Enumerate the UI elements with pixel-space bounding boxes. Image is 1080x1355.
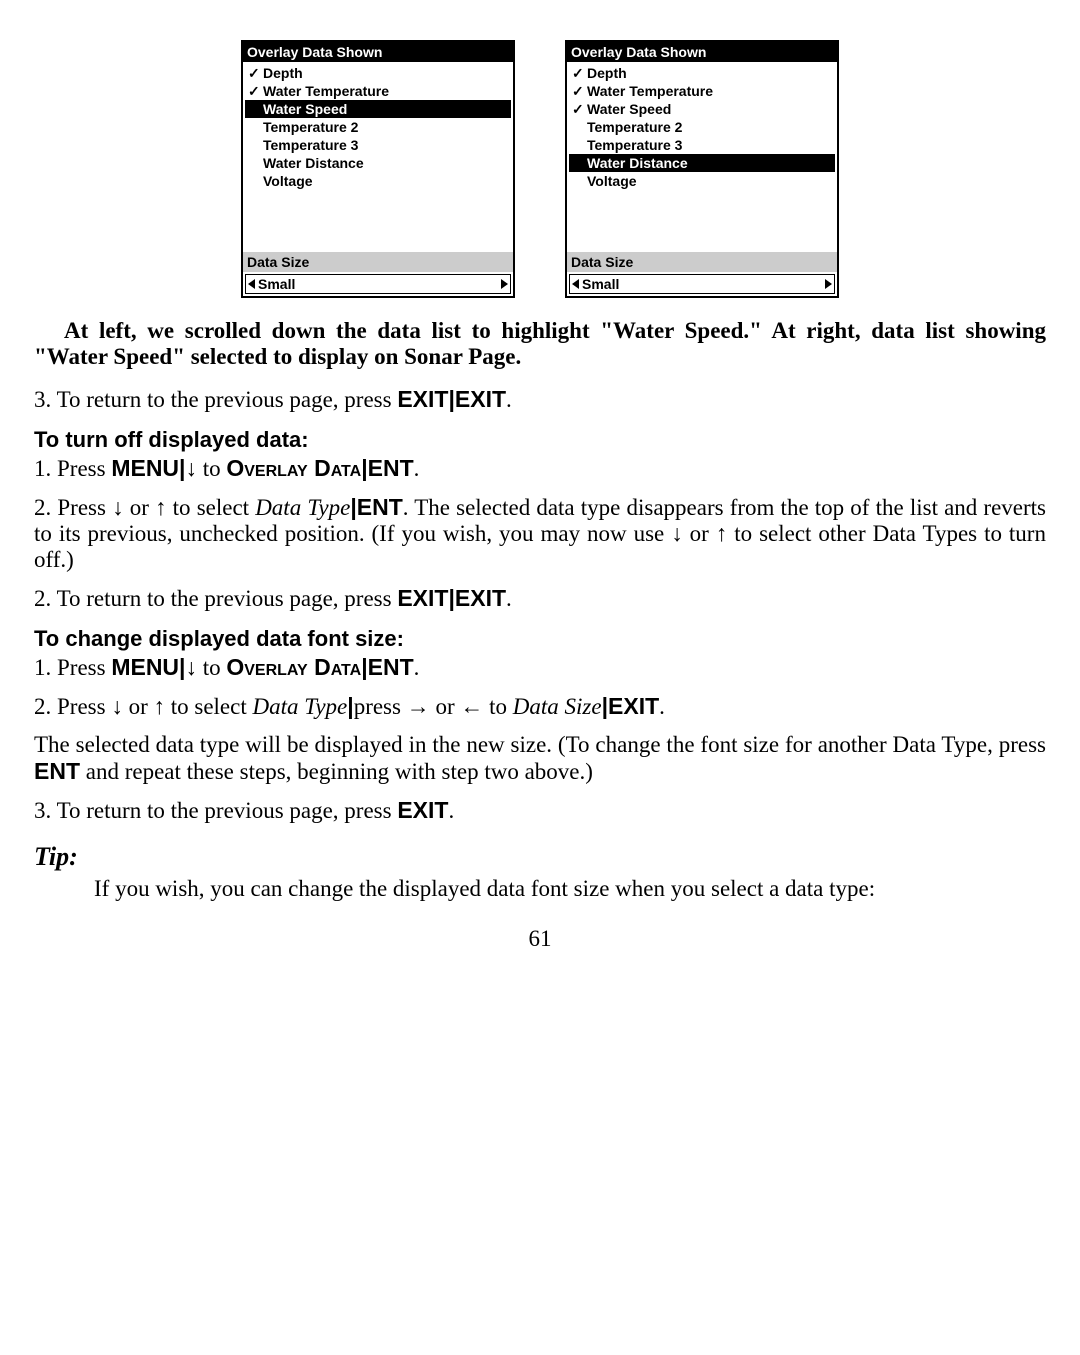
data-size-value: Small	[258, 276, 295, 292]
data-size-selector[interactable]: Small	[569, 274, 835, 294]
list-item[interactable]: Depth	[569, 64, 835, 82]
step-1-turnoff: 1. Press MENU|↓ to Overlay Data|ENT.	[34, 455, 1046, 482]
list-item[interactable]: Temperature 3	[569, 136, 835, 154]
step-3a: 3. To return to the previous page, press…	[34, 386, 1046, 413]
dialog-title: Overlay Data Shown	[243, 42, 513, 62]
chevron-left-icon	[248, 279, 255, 289]
list-item[interactable]: Temperature 3	[245, 136, 511, 154]
screenshot-pair: Overlay Data Shown DepthWater Temperatur…	[34, 40, 1046, 298]
data-list: DepthWater TemperatureWater SpeedTempera…	[243, 62, 513, 192]
paragraph-font-result: The selected data type will be displayed…	[34, 732, 1046, 785]
data-size-label: Data Size	[567, 252, 837, 272]
list-item[interactable]: Water Speed	[569, 100, 835, 118]
heading-font-size: To change displayed data font size:	[34, 626, 1046, 652]
data-size-value: Small	[582, 276, 619, 292]
tip-body: If you wish, you can change the displaye…	[94, 876, 1046, 902]
list-item[interactable]: Water Temperature	[245, 82, 511, 100]
overlay-dialog-left: Overlay Data Shown DepthWater Temperatur…	[241, 40, 515, 298]
page-number: 61	[34, 926, 1046, 952]
dialog-title: Overlay Data Shown	[567, 42, 837, 62]
list-item[interactable]: Temperature 2	[569, 118, 835, 136]
data-size-selector[interactable]: Small	[245, 274, 511, 294]
tip-heading: Tip:	[34, 842, 1046, 872]
list-item[interactable]: Water Distance	[245, 154, 511, 172]
list-item[interactable]: Water Temperature	[569, 82, 835, 100]
chevron-right-icon	[825, 279, 832, 289]
heading-turn-off: To turn off displayed data:	[34, 427, 1046, 453]
data-list: DepthWater TemperatureWater SpeedTempera…	[567, 62, 837, 192]
step-1-font: 1. Press MENU|↓ to Overlay Data|ENT.	[34, 654, 1046, 681]
step-2-return: 2. To return to the previous page, press…	[34, 585, 1046, 612]
list-item[interactable]: Water Speed	[245, 100, 511, 118]
list-item[interactable]: Voltage	[569, 172, 835, 190]
list-item[interactable]: Temperature 2	[245, 118, 511, 136]
list-item[interactable]: Depth	[245, 64, 511, 82]
figure-caption: At left, we scrolled down the data list …	[34, 318, 1046, 370]
step-3b: 3. To return to the previous page, press…	[34, 797, 1046, 824]
overlay-dialog-right: Overlay Data Shown DepthWater Temperatur…	[565, 40, 839, 298]
list-item[interactable]: Voltage	[245, 172, 511, 190]
chevron-left-icon	[572, 279, 579, 289]
data-size-label: Data Size	[243, 252, 513, 272]
chevron-right-icon	[501, 279, 508, 289]
step-2-turnoff: 2. Press ↓ or ↑ to select Data Type|ENT.…	[34, 494, 1046, 573]
list-item[interactable]: Water Distance	[569, 154, 835, 172]
step-2-font: 2. Press ↓ or ↑ to select Data Type|pres…	[34, 693, 1046, 720]
